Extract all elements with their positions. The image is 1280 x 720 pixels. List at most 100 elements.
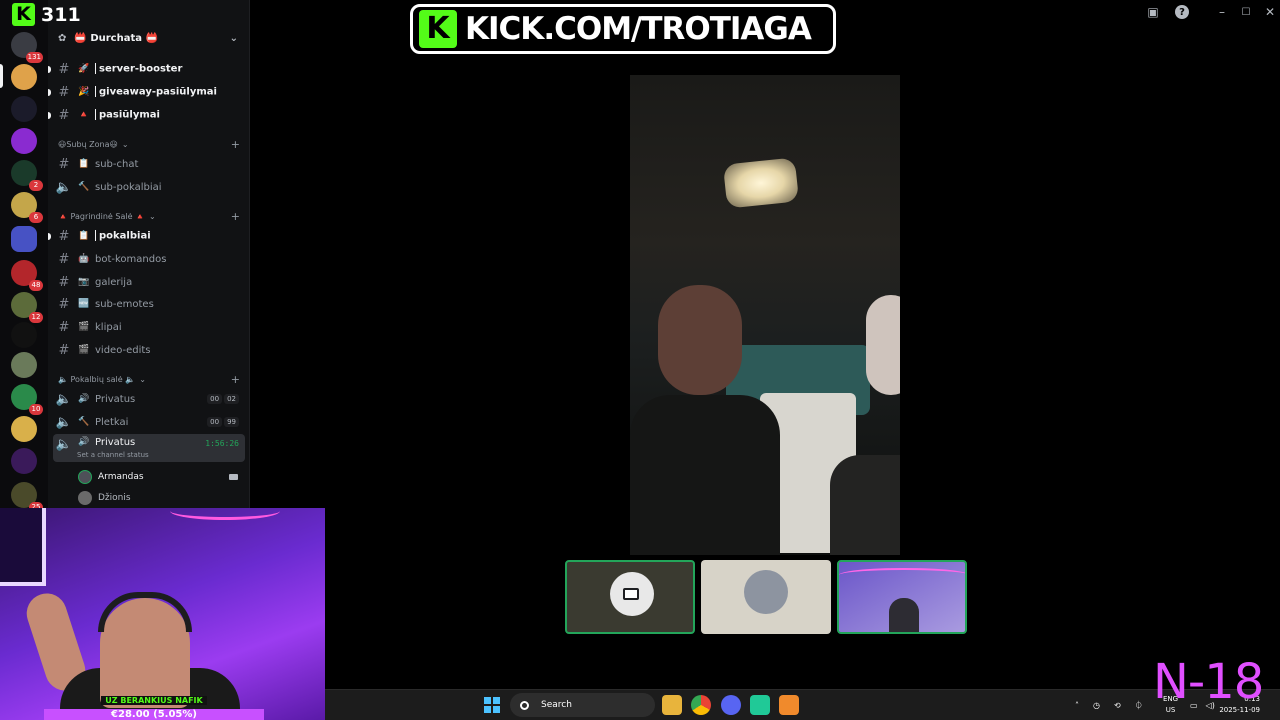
voice-user[interactable]: Džionis — [78, 491, 131, 505]
channel-emoji: 📋 — [78, 159, 90, 169]
chevron-down-icon[interactable]: ⌄ — [230, 33, 238, 44]
channel-bot-komandos[interactable]: # 🤖 bot-komandos — [53, 248, 245, 270]
minimize-button[interactable]: – — [1214, 2, 1230, 22]
server-header[interactable]: ✿ 📛 Durchata 📛 ⌄ — [48, 28, 250, 48]
search-icon — [520, 700, 529, 710]
user-count: 00 — [207, 394, 223, 404]
channel-sidebar: ✿ 📛 Durchata 📛 ⌄ # 🚀 server-booster # 🎉 … — [48, 0, 250, 510]
server-icon-durchata[interactable] — [11, 64, 37, 90]
badge: 131 — [25, 52, 43, 63]
kick-url: KICK.COM/TROTIAGA — [465, 11, 812, 47]
hash-icon: # — [58, 342, 70, 358]
channel-server-booster[interactable]: # 🚀 server-booster — [48, 58, 245, 80]
channel-label: video-edits — [95, 344, 151, 356]
inbox-icon[interactable]: ▣ — [1145, 2, 1161, 22]
discord-icon[interactable] — [721, 695, 741, 715]
server-icon-home[interactable]: 131 — [11, 32, 43, 63]
channel-sub-chat[interactable]: # 📋 sub-chat — [53, 153, 245, 175]
channel-klipai[interactable]: # 🎬 klipai — [53, 316, 245, 338]
server-icon[interactable]: 6 — [11, 192, 43, 223]
participant-tile[interactable] — [701, 560, 831, 634]
video-scene — [839, 568, 965, 582]
taskbar-search[interactable]: Search — [510, 693, 655, 717]
plus-icon[interactable]: + — [231, 138, 240, 151]
voice-channel-pletkai[interactable]: 🔈 🔨 Pletkai 00 99 — [53, 411, 245, 433]
channel-pokalbiai[interactable]: # 📋 pokalbiai — [48, 225, 245, 247]
donation-goal: UZ BERANKIUS NAFIK €28.00 (5.05%) — [44, 688, 264, 720]
app-icon[interactable] — [750, 695, 770, 715]
server-icon[interactable] — [11, 96, 37, 122]
server-icon[interactable] — [11, 322, 37, 348]
hash-icon: # — [58, 107, 70, 123]
server-icon[interactable]: 12 — [11, 292, 43, 323]
channel-label: sub-emotes — [95, 298, 154, 310]
avatar — [78, 491, 92, 505]
hash-icon: # — [58, 319, 70, 335]
kick-viewer-count: K 311 — [12, 3, 81, 26]
video-scene — [830, 455, 900, 555]
server-icon[interactable]: 2 — [11, 160, 43, 191]
user-count: 00 — [207, 417, 223, 427]
channel-label: sub-pokalbiai — [95, 181, 162, 193]
tray-icon[interactable]: ⟲ — [1114, 701, 1121, 710]
microphone-icon[interactable]: ⏀ — [1135, 700, 1143, 711]
channel-emoji: 🆕 — [78, 299, 90, 309]
channel-galerija[interactable]: # 📷 galerija — [53, 271, 245, 293]
voice-user[interactable]: Armandas — [78, 470, 238, 484]
channel-emoji: 🤖 — [78, 254, 90, 264]
server-icon[interactable]: 10 — [11, 384, 43, 415]
viewer-count: 311 — [41, 3, 81, 26]
category-pagrindine-sale[interactable]: 🔺 Pagrindinė Salė 🔺 ⌄ + — [58, 210, 240, 223]
unread-indicator — [48, 111, 51, 119]
channel-status[interactable]: Set a channel status — [77, 451, 149, 459]
server-name: 📛 Durchata 📛 — [74, 32, 158, 44]
server-icon[interactable] — [11, 128, 37, 154]
app-icon[interactable] — [779, 695, 799, 715]
main-video-stream[interactable] — [630, 75, 900, 555]
participant-tile[interactable] — [837, 560, 967, 634]
channel-label: galerija — [95, 276, 133, 288]
category-pokalbiu-sale[interactable]: 🔈 Pokalbių salė 🔈 ⌄ + — [58, 373, 240, 386]
speaker-icon: 🔈 — [55, 414, 73, 430]
channel-pasiulymai[interactable]: # 🔺 pasiūlymai — [48, 104, 245, 126]
channel-video-edits[interactable]: # 🎬 video-edits — [53, 339, 245, 361]
channel-emoji: 🎬 — [78, 322, 90, 332]
video-scene — [889, 598, 919, 632]
server-icon[interactable] — [11, 448, 37, 474]
maximize-button[interactable]: ☐ — [1238, 2, 1254, 22]
badge: 48 — [29, 280, 43, 291]
channel-sub-pokalbiai[interactable]: 🔈 🔨 sub-pokalbiai — [53, 176, 245, 198]
plus-icon[interactable]: + — [231, 210, 240, 223]
channel-label: bot-komandos — [95, 253, 167, 265]
channel-giveaway[interactable]: # 🎉 giveaway-pasiūlymai — [48, 81, 245, 103]
server-icon[interactable] — [11, 416, 37, 442]
chrome-icon[interactable] — [691, 695, 711, 715]
folder-icon[interactable] — [11, 226, 37, 252]
participant-tiles — [565, 560, 967, 634]
file-explorer-icon[interactable] — [662, 695, 682, 715]
video-scene — [630, 395, 780, 555]
help-icon[interactable]: ? — [1175, 5, 1189, 19]
hash-icon: # — [58, 296, 70, 312]
video-scene — [722, 157, 800, 209]
close-button[interactable]: ✕ — [1262, 2, 1278, 22]
voice-channel-privatus[interactable]: 🔈 🔊 Privatus 00 02 — [53, 388, 245, 410]
channel-emoji: 📷 — [78, 277, 90, 287]
chevron-up-icon[interactable]: ˄ — [1075, 701, 1079, 710]
server-icon[interactable]: 25 — [11, 482, 43, 513]
channel-label: Privatus — [95, 437, 136, 448]
server-icon[interactable] — [11, 352, 37, 378]
donation-goal-progress: €28.00 (5.05%) — [44, 709, 264, 720]
unread-indicator — [48, 65, 51, 73]
channel-sub-emotes[interactable]: # 🆕 sub-emotes — [53, 293, 245, 315]
server-icon[interactable]: 48 — [11, 260, 43, 291]
windows-start-icon[interactable] — [484, 697, 501, 714]
tray-icon[interactable]: ◷ — [1093, 701, 1100, 710]
channel-emoji: 🎬 — [78, 345, 90, 355]
category-subu-zona[interactable]: 😃Subų Zona😃 ⌄ + — [58, 138, 240, 151]
plus-icon[interactable]: + — [231, 373, 240, 386]
user-limit-value: 02 — [224, 394, 239, 404]
system-tray[interactable]: ˄ ◷ ⟲ ⏀ — [1075, 690, 1143, 720]
voice-channel-privatus-active[interactable]: 🔈 🔊 Privatus 1:56:26 Set a channel statu… — [53, 434, 245, 462]
participant-tile[interactable] — [565, 560, 695, 634]
